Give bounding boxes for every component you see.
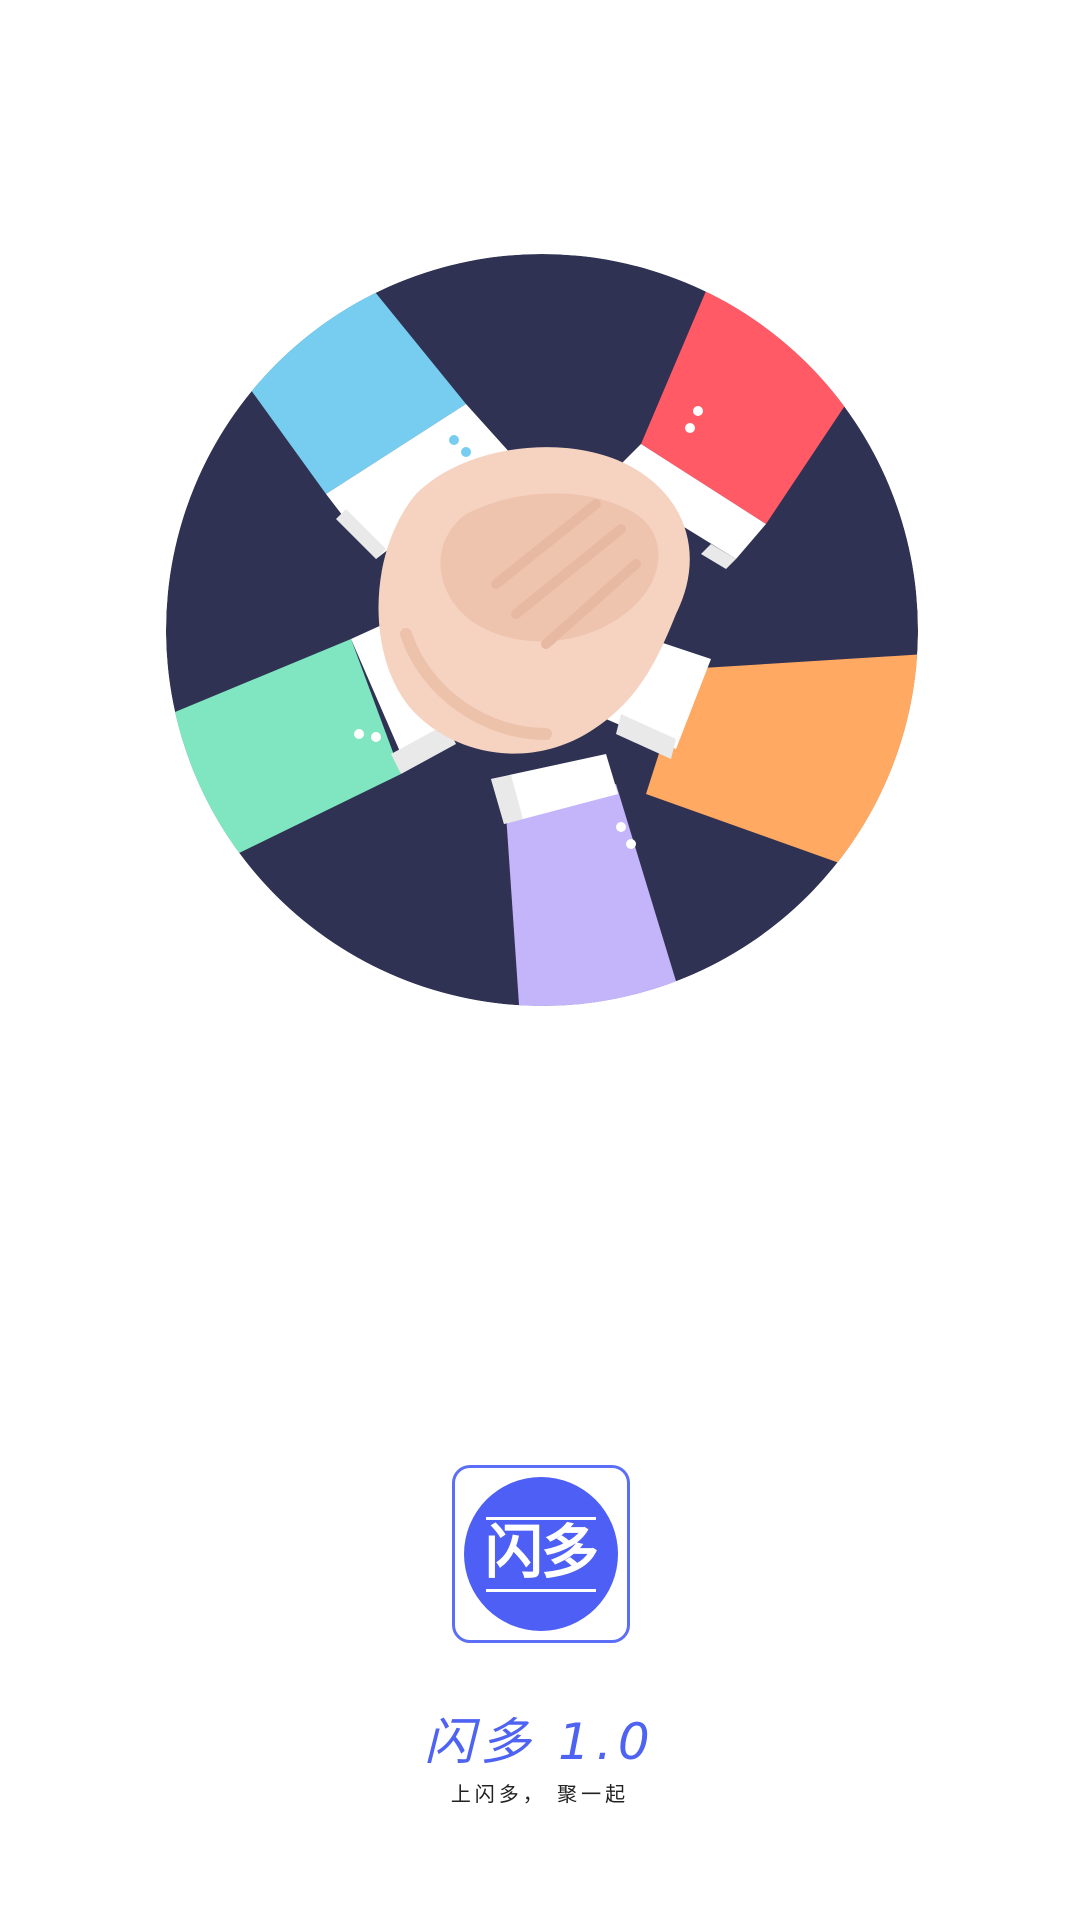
app-logo-icon: 闪多 bbox=[452, 1465, 630, 1643]
app-logo-text: 闪多 bbox=[484, 1518, 599, 1586]
app-slogan: 上闪多， 聚一起 bbox=[450, 1782, 630, 1806]
team-hands-svg bbox=[166, 254, 918, 1006]
logo-bottom-line bbox=[486, 1589, 596, 1592]
splash-screen: 闪多 闪多 1.0 上闪多， 聚一起 bbox=[0, 0, 1080, 1920]
team-hands-illustration bbox=[166, 254, 918, 1006]
app-title: 闪多 1.0 bbox=[424, 1713, 656, 1771]
app-logo-circle: 闪多 bbox=[464, 1477, 618, 1631]
